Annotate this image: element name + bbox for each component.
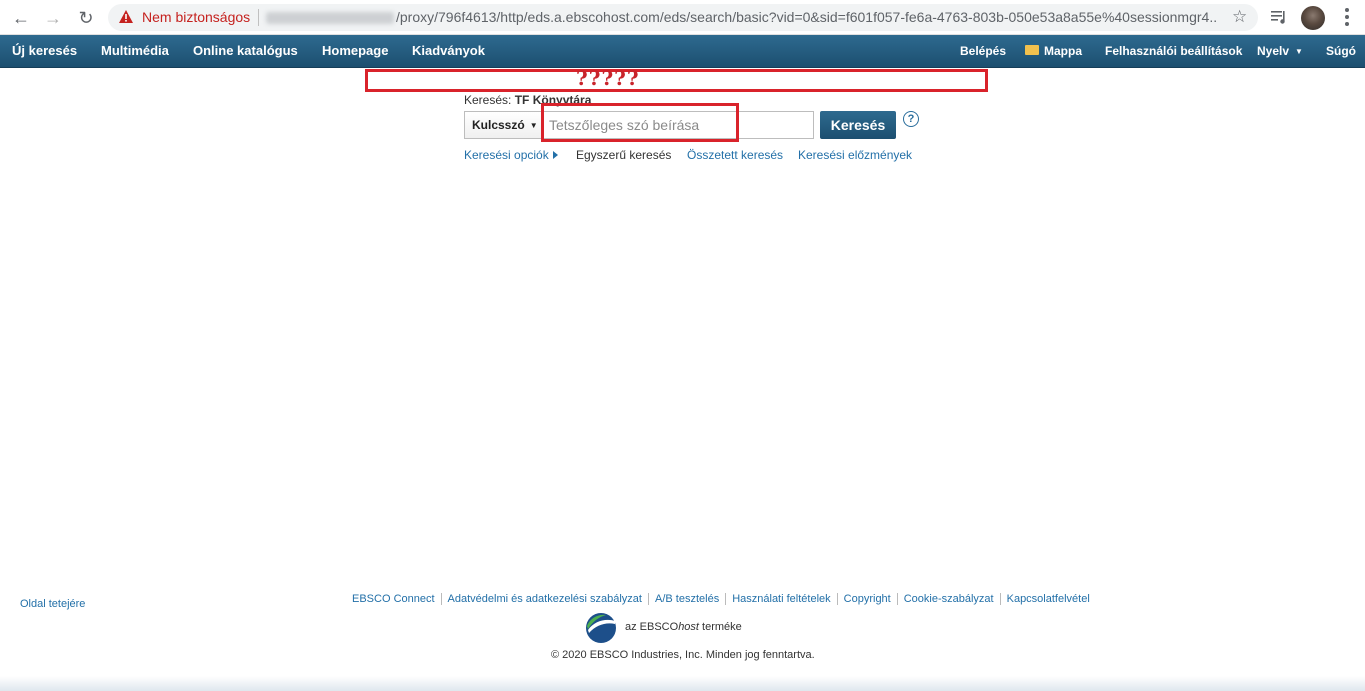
triangle-right-icon (552, 151, 558, 159)
forward-arrow-icon[interactable]: → (42, 7, 64, 29)
url-text[interactable]: /proxy/796f4613/http/eds.a.ebscohost.com… (396, 9, 1216, 25)
url-separator (258, 9, 259, 26)
copyright-text: © 2020 EBSCO Industries, Inc. Minden jog… (551, 649, 815, 661)
search-options-label: Keresési opciók (464, 148, 549, 162)
chevron-down-icon: ▼ (1295, 47, 1303, 56)
search-options-link[interactable]: Keresési opciók (464, 148, 558, 162)
browser-menu-icon[interactable] (1340, 6, 1354, 28)
top-navigation: Új keresés Multimédia Online katalógus H… (0, 35, 1365, 68)
footer-link-contact[interactable]: Kapcsolatfelvétel (1001, 593, 1096, 605)
nav-language[interactable]: Nyelv ▼ (1257, 44, 1303, 58)
address-bar[interactable]: Nem biztonságos /proxy/796f4613/http/eds… (108, 4, 1258, 31)
nav-publications[interactable]: Kiadványok (412, 43, 485, 58)
product-prefix: az EBSCO (625, 621, 679, 633)
nav-multimedia[interactable]: Multimédia (101, 43, 169, 58)
search-button[interactable]: Keresés (820, 111, 896, 139)
folder-icon (1025, 45, 1039, 55)
bottom-gradient-strip (0, 676, 1365, 691)
footer-link-ab-testing[interactable]: A/B tesztelés (649, 593, 727, 605)
search-label-prefix: Keresés: (464, 93, 512, 107)
annotation-box-header (365, 69, 988, 92)
nav-language-label: Nyelv (1257, 44, 1290, 58)
nav-new-search[interactable]: Új keresés (12, 43, 77, 58)
nav-online-catalog[interactable]: Online katalógus (193, 43, 298, 58)
footer-link-terms[interactable]: Használati feltételek (726, 593, 838, 605)
media-control-icon[interactable] (1270, 8, 1288, 26)
chevron-down-icon: ▼ (529, 121, 538, 130)
footer-link-ebsco-connect[interactable]: EBSCO Connect (352, 593, 442, 605)
back-to-top-link[interactable]: Oldal tetejére (20, 598, 85, 610)
advanced-search-link[interactable]: Összetett keresés (687, 148, 783, 162)
nav-preferences[interactable]: Felhasználói beállítások (1105, 44, 1242, 58)
footer-link-privacy[interactable]: Adatvédelmi és adatkezelési szabályzat (442, 593, 649, 605)
product-suffix: terméke (702, 621, 742, 633)
insecure-label[interactable]: Nem biztonságos (142, 9, 250, 25)
reload-icon[interactable]: ↻ (75, 7, 97, 29)
nav-homepage[interactable]: Homepage (322, 43, 388, 58)
search-label-target: TF Könyvtára (514, 93, 592, 107)
nav-help[interactable]: Súgó (1326, 44, 1356, 58)
blurred-host (266, 12, 394, 24)
footer-link-cookies[interactable]: Cookie-szabályzat (898, 593, 1001, 605)
field-select-value: Kulcsszó (472, 118, 525, 132)
browser-toolbar: ← → ↻ Nem biztonságos /proxy/796f4613/ht… (0, 0, 1365, 35)
product-host: host (678, 621, 699, 633)
footer-links: EBSCO Connect Adatvédelmi és adatkezelés… (352, 593, 1096, 605)
footer-link-copyright[interactable]: Copyright (838, 593, 898, 605)
search-history-link[interactable]: Keresési előzmények (798, 148, 912, 162)
search-input[interactable] (542, 111, 814, 139)
profile-avatar[interactable] (1301, 6, 1325, 30)
nav-folder[interactable]: Mappa (1025, 44, 1082, 58)
annotation-question-marks: ????? (576, 66, 640, 90)
warning-icon (119, 10, 133, 23)
nav-folder-label: Mappa (1044, 44, 1083, 58)
nav-login[interactable]: Belépés (960, 44, 1006, 58)
ebsco-logo-icon (586, 613, 616, 643)
bookmark-star-icon[interactable]: ☆ (1232, 7, 1247, 27)
help-icon[interactable]: ? (903, 111, 919, 127)
back-arrow-icon[interactable]: ← (10, 7, 32, 29)
product-credit: az EBSCOhost terméke (625, 621, 742, 633)
basic-search-label: Egyszerű keresés (576, 148, 672, 162)
search-target-label: Keresés: TF Könyvtára (464, 93, 591, 107)
field-select-dropdown[interactable]: Kulcsszó ▼ (464, 111, 542, 139)
